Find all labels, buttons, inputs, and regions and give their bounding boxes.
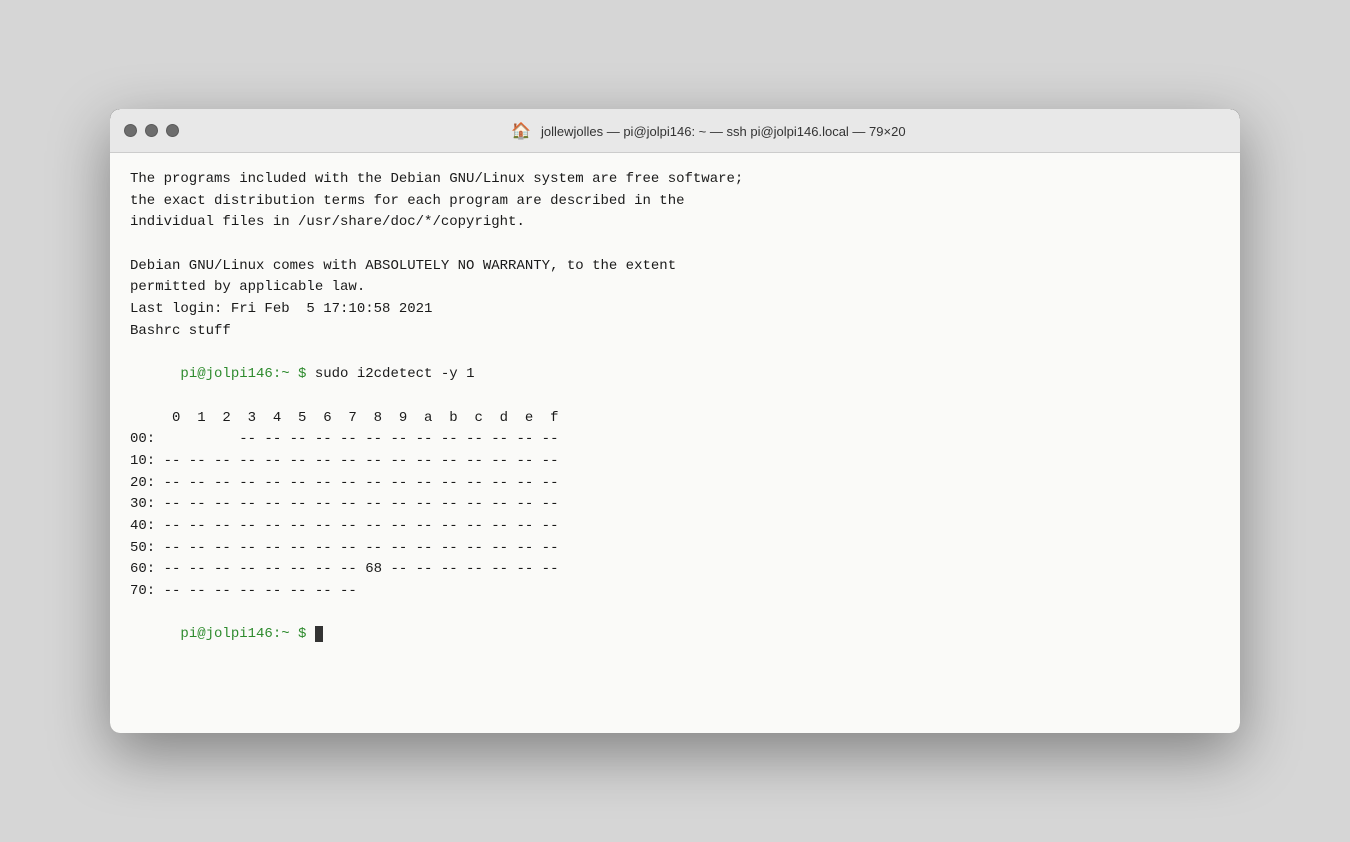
line-header: 0 1 2 3 4 5 6 7 8 9 a b c d e f: [130, 408, 1220, 430]
line-20: 20: -- -- -- -- -- -- -- -- -- -- -- -- …: [130, 473, 1220, 495]
terminal-window: 🏠 jollewjolles — pi@jolpi146: ~ — ssh pi…: [110, 109, 1240, 733]
line-1: The programs included with the Debian GN…: [130, 169, 1220, 191]
line-3: individual files in /usr/share/doc/*/cop…: [130, 212, 1220, 234]
empty-line-1: [130, 234, 1220, 256]
line-10: 10: -- -- -- -- -- -- -- -- -- -- -- -- …: [130, 451, 1220, 473]
line-7: Bashrc stuff: [130, 321, 1220, 343]
traffic-lights: [124, 124, 179, 137]
line-prompt-final: pi@jolpi146:~ $: [130, 603, 1220, 668]
maximize-button[interactable]: [166, 124, 179, 137]
cursor: [315, 626, 323, 642]
line-30: 30: -- -- -- -- -- -- -- -- -- -- -- -- …: [130, 494, 1220, 516]
titlebar: 🏠 jollewjolles — pi@jolpi146: ~ — ssh pi…: [110, 109, 1240, 153]
line-40: 40: -- -- -- -- -- -- -- -- -- -- -- -- …: [130, 516, 1220, 538]
prompt-2: pi@jolpi146:~ $: [180, 626, 314, 642]
command-1: sudo i2cdetect -y 1: [315, 366, 475, 382]
prompt-1: pi@jolpi146:~ $: [180, 366, 314, 382]
close-button[interactable]: [124, 124, 137, 137]
line-5: permitted by applicable law.: [130, 277, 1220, 299]
minimize-button[interactable]: [145, 124, 158, 137]
line-60: 60: -- -- -- -- -- -- -- -- 68 -- -- -- …: [130, 559, 1220, 581]
line-6: Last login: Fri Feb 5 17:10:58 2021: [130, 299, 1220, 321]
line-command: pi@jolpi146:~ $ sudo i2cdetect -y 1: [130, 343, 1220, 408]
line-50: 50: -- -- -- -- -- -- -- -- -- -- -- -- …: [130, 538, 1220, 560]
home-icon: 🏠: [511, 123, 531, 140]
line-2: the exact distribution terms for each pr…: [130, 191, 1220, 213]
line-4: Debian GNU/Linux comes with ABSOLUTELY N…: [130, 256, 1220, 278]
terminal-body[interactable]: The programs included with the Debian GN…: [110, 153, 1240, 733]
line-70: 70: -- -- -- -- -- -- -- --: [130, 581, 1220, 603]
line-00: 00: -- -- -- -- -- -- -- -- -- -- -- -- …: [130, 429, 1220, 451]
window-title: 🏠 jollewjolles — pi@jolpi146: ~ — ssh pi…: [191, 121, 1226, 141]
